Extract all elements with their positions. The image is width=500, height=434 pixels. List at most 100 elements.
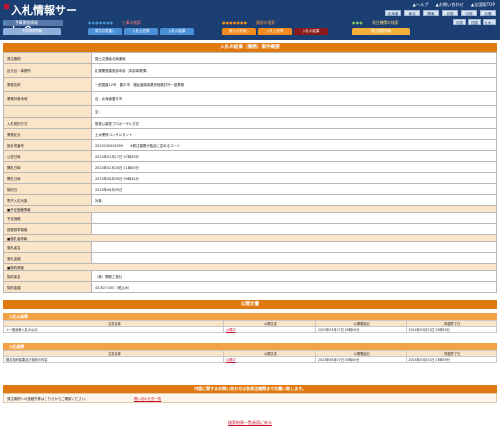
row-label: 落札金額 [3, 252, 92, 264]
inquiry-row: 発注機関への連絡先等はこちらからご確認ください。 問い合わせ先一覧 [3, 393, 497, 403]
section-heading: ■落札者情報 [3, 234, 497, 242]
back-to-results-link[interactable]: 検索結果一覧画面に戻る [228, 420, 272, 425]
doc-end-date: 2024年03月31日 23時59分 [405, 326, 497, 333]
row-label: 契約日 [3, 183, 92, 195]
doc-open-link[interactable]: 公開中 [223, 356, 316, 363]
row-label: 業務対象地域 [3, 91, 92, 106]
row-value [91, 223, 497, 235]
row-value: 2023230026559 ※発注機関が独自に定めるコード [91, 139, 497, 151]
contact-list-link[interactable]: 問い合わせ先一覧 [134, 394, 161, 404]
project-overview: 入札の結果（業務）案件概要 発注機関 国土交通省北海道局 区分目・事務所 札幌開発建… [3, 43, 497, 293]
table-row: 至： [3, 105, 497, 118]
region-chubu[interactable]: 中部 [461, 10, 477, 16]
section-row-contract: ■契約情報 [3, 263, 497, 271]
region-kanto[interactable]: 関東 [423, 10, 439, 16]
row-value: 対象 [91, 194, 497, 206]
dots-icon: ●●●●●●● [222, 20, 248, 25]
nav-group-agency: ●●● 発注機関の検索 発注機関情報 [352, 20, 414, 38]
row-value: 一般国道12号 豊平市 福祉道路事業詳細検討外一連業務 [91, 77, 497, 92]
help-link[interactable]: ▲ヘルプ [413, 2, 429, 8]
overview-table: 発注機関 国土交通省北海道局 区分目・事務所 札幌開発建設部本部（本部事業課） 業務… [3, 52, 497, 293]
table-row: 電子入札対象 対象 [3, 194, 497, 206]
table-row: 随意契約結果及び契約の内容 公開中 2023年06月07日 00時00分 202… [3, 356, 497, 363]
table-row: 開札日時 2023年02月24日 11時00分 [3, 161, 497, 173]
row-label: 契約者名 [3, 270, 92, 282]
table-row: 落札金額 [3, 252, 497, 264]
table-row: 業務対象地域 自：北海道豊平市 [3, 91, 497, 106]
docs-title: 公開文書 [3, 300, 497, 309]
region-shikoku[interactable]: 四国 [468, 19, 481, 25]
dots-icon: ●●●●●●● [88, 20, 114, 25]
row-value: 至： [91, 105, 497, 118]
region-chugoku[interactable]: 中国 [453, 19, 466, 25]
tab-construction-outlook[interactable]: 発注の見通し [88, 28, 122, 35]
tab-construction-results[interactable]: 入札の結果 [160, 28, 194, 35]
contact-link[interactable]: ▲お問い合わせ [435, 2, 463, 8]
table-row: 開札日時 2023年06月05日 09時44分 [3, 172, 497, 184]
table-row: 契約金額 43,807,000（税込み） [3, 281, 497, 293]
row-label: 設計書番号 [3, 139, 92, 151]
tab-services-results[interactable]: 入札の結果 [294, 28, 328, 35]
region-tabs-row1: 北海道 東北 関東 北陸 中部 近畿 [385, 10, 496, 16]
row-value: 土木関係コンサルタント [91, 128, 497, 140]
section-row-winner: ■落札者情報 [3, 234, 497, 242]
table-row: 設計書番号 2023230026559 ※発注機関が独自に定めるコード [3, 139, 497, 151]
row-label: 発注機関 [3, 52, 92, 64]
table-row: 業務区分 土木関係コンサルタント [3, 128, 497, 140]
region-tohoku[interactable]: 東北 [404, 10, 420, 16]
national-top-link[interactable]: ▲全国版TOP [471, 2, 495, 8]
tab-services-outlook[interactable]: 発注の見通し [222, 28, 256, 35]
row-label: 予定価格 [3, 212, 92, 224]
table-row: ①一般競争入札の公示 公開中 2023年03月17日 00時00分 2024年0… [3, 326, 497, 333]
top-links: ▲ヘルプ ▲お問い合わせ ▲全国版TOP [413, 2, 495, 8]
section-heading: ■契約情報 [3, 263, 497, 271]
row-value: 簡易公募型プロポーザル方式 [91, 117, 497, 129]
nav-group-construction: ●●●●●●● 工事の検索 発注の見通し 入札公告等 入札の結果 [88, 20, 198, 38]
region-kyushu[interactable]: 九州・沖縄 [483, 19, 496, 31]
inquiry-section: 内容に関するお問い合わせは各発注機関までお願い致します。 発注機関への連絡先等は… [3, 385, 497, 403]
docs-table-results: 文書名称 公開文書 公開開始日 掲載終了日 随意契約結果及び契約の内容 公開中 … [3, 350, 497, 363]
row-value [91, 252, 497, 264]
inquiry-title: 内容に関するお問い合わせは各発注機関までお願い致します。 [3, 385, 497, 393]
doc-start-date: 2023年06月07日 00時00分 [315, 356, 407, 363]
row-value: 2023年06月05日 09時44分 [91, 172, 497, 184]
back-to-results: 検索結果一覧画面に戻る [0, 420, 500, 426]
table-row: 業務名称 一般国道12号 豊平市 福祉道路事業詳細検討外一連業務 [3, 77, 497, 92]
region-hokuriku[interactable]: 北陸 [442, 10, 458, 16]
table-row: 契約日 2023年06月05日 [3, 183, 497, 195]
row-value: 2023年03月17日 07時30分 [91, 150, 497, 162]
row-label [3, 105, 92, 118]
section-row-price: ■予定価格情報 [3, 205, 497, 213]
row-value: 札幌開発建設部本部（本部事業課） [91, 63, 497, 78]
region-tabs-row2: 中国 四国 九州・沖縄 [453, 19, 496, 31]
table-row: 予定価格 [3, 212, 497, 224]
tab-budget-info[interactable]: 予算関係情報 [3, 28, 61, 35]
tab-agency-info[interactable]: 発注機関情報 [352, 28, 410, 35]
app-logo[interactable]: 入札情報サービス [3, 3, 81, 32]
doc-open-link[interactable]: 公開中 [223, 326, 316, 333]
table-row: 落札者名 [3, 241, 497, 253]
row-label: 区分目・事務所 [3, 63, 92, 78]
region-hokkaido[interactable]: 北海道 [385, 10, 401, 16]
docs-table-notices: 文書名称 公開文書 公開開始日 掲載終了日 ①一般競争入札の公示 公開中 202… [3, 320, 497, 333]
public-documents: 公開文書 入札公告等 文書名称 公開文書 公開開始日 掲載終了日 ①一般競争入札… [3, 300, 497, 363]
row-value: （株）開発工営社 [91, 270, 497, 282]
row-label: 業務名称 [3, 77, 92, 92]
nav-group-title: 発注機関の検索 [372, 20, 399, 25]
row-label: 入札契約方式 [3, 117, 92, 129]
doc-name: 随意契約結果及び契約の内容 [3, 356, 224, 363]
dots-icon: ●●● [352, 20, 363, 25]
row-value [91, 241, 497, 253]
table-row: 区分目・事務所 札幌開発建設部本部（本部事業課） [3, 63, 497, 78]
tab-services-notices[interactable]: 入札公告等 [258, 28, 292, 35]
section-heading: ■予定価格情報 [3, 205, 497, 213]
row-label: 開札日時 [3, 161, 92, 173]
row-label: 調査基準価格 [3, 223, 92, 235]
doc-start-date: 2023年03月17日 00時00分 [315, 326, 407, 333]
nav-group-budget: ● 予算関係情報 予算関係情報 [3, 20, 63, 38]
row-value [91, 212, 497, 224]
row-label: 開札日時 [3, 172, 92, 184]
tab-construction-notices[interactable]: 入札公告等 [124, 28, 158, 35]
region-kinki[interactable]: 近畿 [480, 10, 496, 16]
table-row: 入札契約方式 簡易公募型プロポーザル方式 [3, 117, 497, 129]
